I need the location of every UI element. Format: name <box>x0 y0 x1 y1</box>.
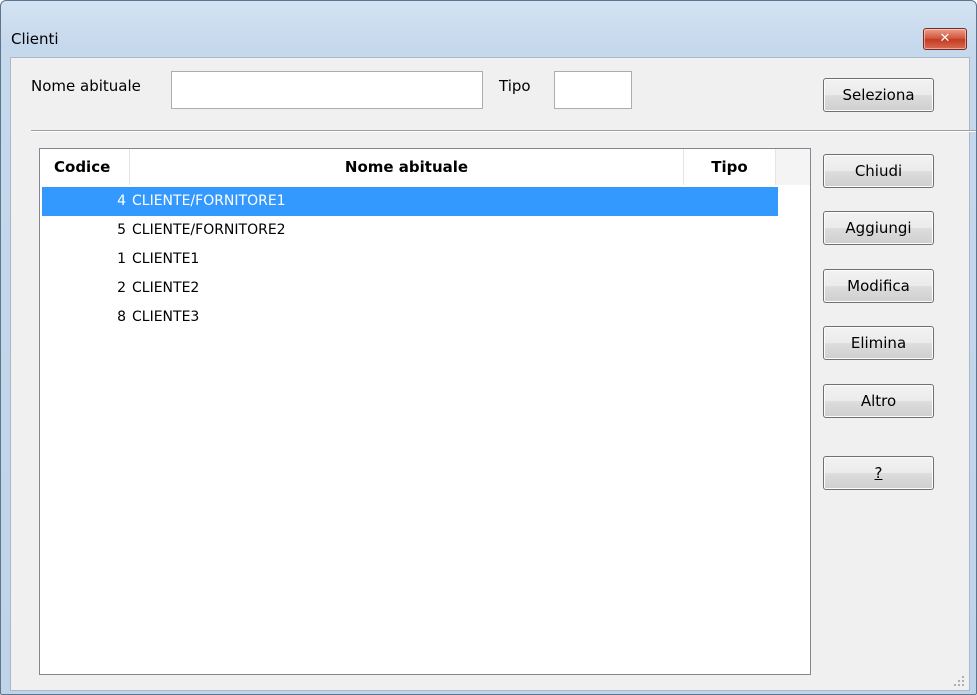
type-filter-field <box>554 71 632 109</box>
help-button[interactable]: ? <box>823 456 934 490</box>
row-name: CLIENTE3 <box>132 309 200 325</box>
row-code: 4 <box>117 193 126 209</box>
table-row[interactable]: 5 CLIENTE/FORNITORE2 <box>42 216 778 245</box>
type-filter-label: Tipo <box>499 77 531 95</box>
row-code: 8 <box>117 309 126 325</box>
dialog-client-area: Nome abituale Tipo Seleziona Codice Nome… <box>10 57 976 691</box>
row-code: 5 <box>117 222 126 238</box>
other-button[interactable]: Altro <box>823 384 934 418</box>
close-window-button[interactable]: ✕ <box>923 28 967 50</box>
edit-button[interactable]: Modifica <box>823 269 934 303</box>
select-button[interactable]: Seleziona <box>823 78 934 112</box>
table-row[interactable]: 1 CLIENTE1 <box>42 245 778 274</box>
row-name: CLIENTE/FORNITORE2 <box>132 222 286 238</box>
add-button[interactable]: Aggiungi <box>823 211 934 245</box>
row-name: CLIENTE1 <box>132 251 200 267</box>
row-name: CLIENTE/FORNITORE1 <box>132 193 286 209</box>
window-title: Clienti <box>11 30 59 48</box>
row-code: 1 <box>117 251 126 267</box>
separator <box>31 130 976 132</box>
column-header-name[interactable]: Nome abituale <box>130 149 684 185</box>
name-filter-input[interactable] <box>172 72 482 108</box>
header-filler <box>776 149 810 185</box>
close-button[interactable]: Chiudi <box>823 154 934 188</box>
title-bar: Clienti ✕ <box>1 1 976 50</box>
clients-list[interactable]: Codice Nome abituale Tipo 4 CLIENTE/FORN… <box>39 148 811 675</box>
table-row[interactable]: 4 CLIENTE/FORNITORE1 <box>42 187 778 216</box>
name-filter-field <box>171 71 483 109</box>
resize-grip-icon[interactable] <box>953 675 965 687</box>
type-filter-input[interactable] <box>555 72 631 108</box>
column-header-type[interactable]: Tipo <box>684 149 776 185</box>
dialog-window: Clienti ✕ Nome abituale Tipo Seleziona C… <box>0 0 977 695</box>
delete-button[interactable]: Elimina <box>823 326 934 360</box>
column-header-code[interactable]: Codice <box>40 149 130 185</box>
close-icon: ✕ <box>939 31 951 46</box>
row-code: 2 <box>117 280 126 296</box>
table-row[interactable]: 2 CLIENTE2 <box>42 274 778 303</box>
table-row[interactable]: 8 CLIENTE3 <box>42 303 778 332</box>
name-filter-label: Nome abituale <box>31 77 141 95</box>
list-header: Codice Nome abituale Tipo <box>40 149 810 185</box>
row-name: CLIENTE2 <box>132 280 200 296</box>
